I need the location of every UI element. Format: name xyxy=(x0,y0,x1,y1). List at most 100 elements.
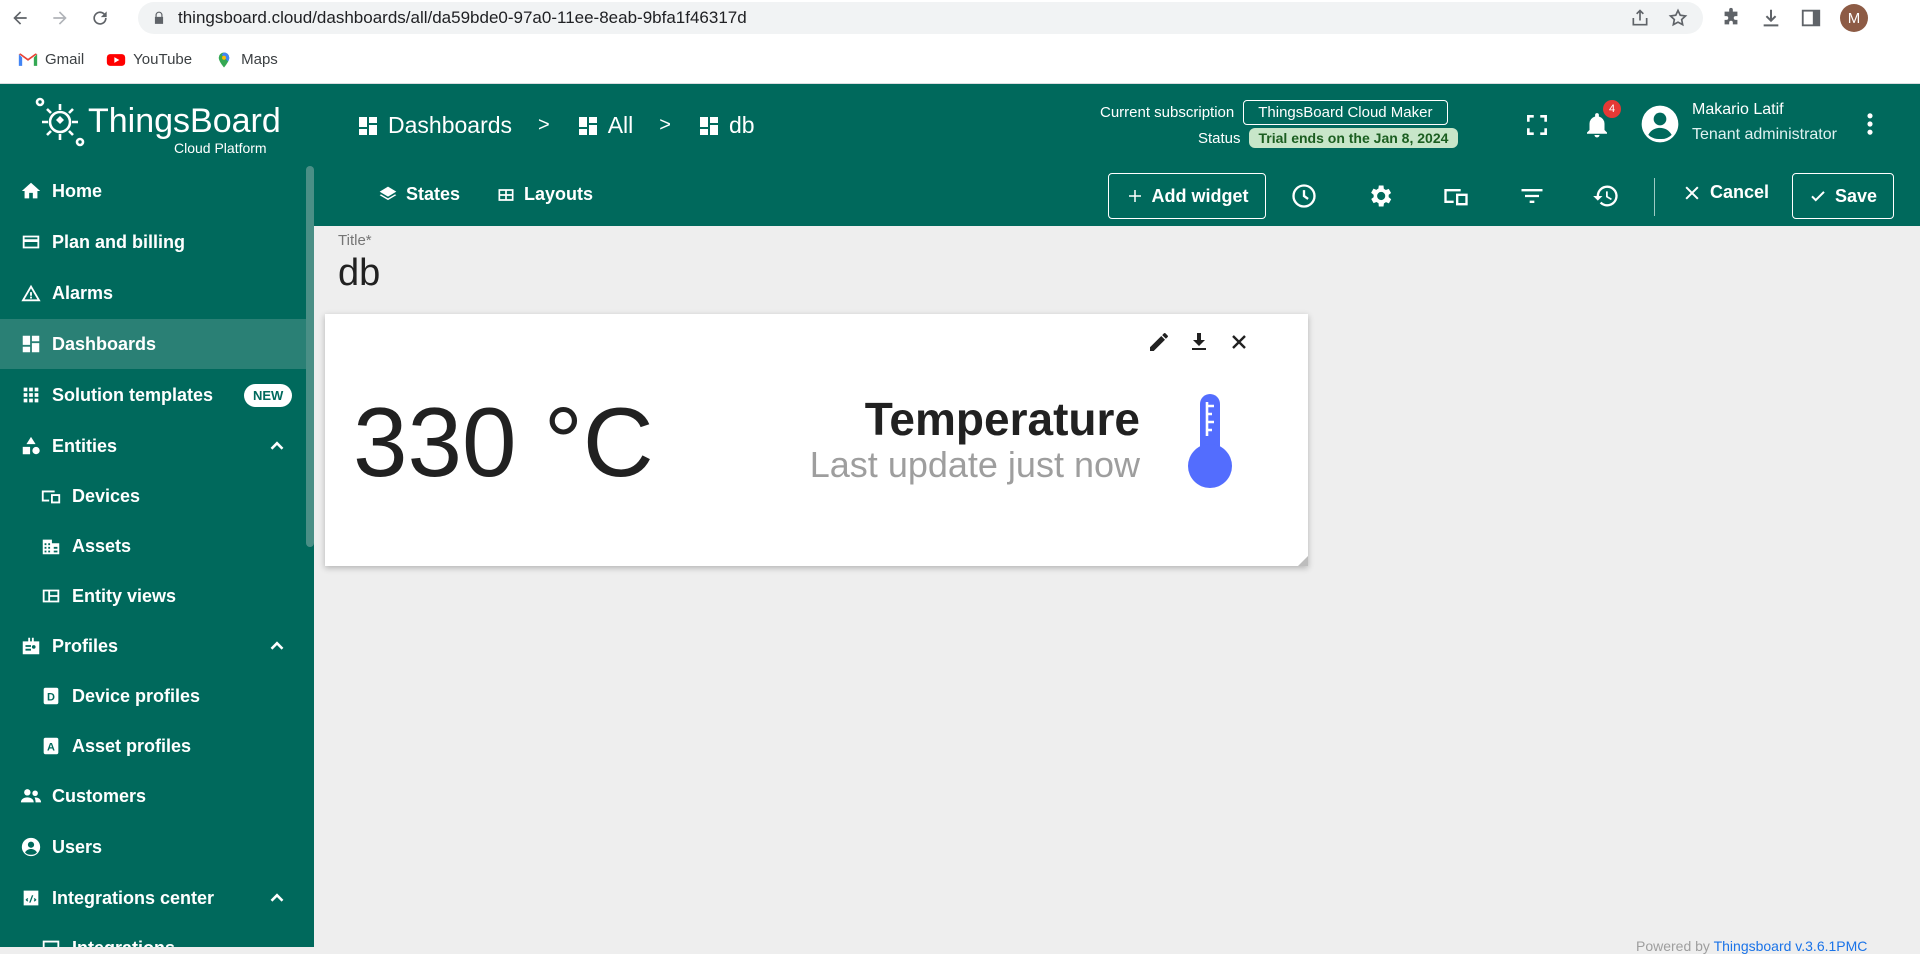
devices-icon xyxy=(41,490,61,504)
sidebar-item-label: Assets xyxy=(72,535,132,556)
sidebar-item-label: Entities xyxy=(52,435,118,456)
user-name[interactable]: Makario Latif xyxy=(1692,101,1784,119)
profile-avatar[interactable]: M xyxy=(1840,4,1868,32)
sidebar-item-label: Asset profiles xyxy=(72,735,192,756)
download-icon[interactable] xyxy=(1760,7,1782,29)
bookmark-gmail[interactable]: Gmail xyxy=(18,51,84,69)
arrow-left-icon xyxy=(13,11,27,25)
resize-handle-icon[interactable] xyxy=(1298,556,1308,566)
dashboard-toolbar: States Layouts Add widget Cancel Save xyxy=(314,166,1920,226)
bookmarks-bar: Gmail YouTube Maps xyxy=(0,36,1920,84)
profiles-badge-icon xyxy=(22,637,40,655)
settings-gear-icon[interactable] xyxy=(1366,182,1394,210)
chevron-up-icon[interactable] xyxy=(266,635,288,657)
layouts-button[interactable]: Layouts xyxy=(496,184,593,205)
sidebar-item-device-profiles[interactable]: D Device profiles xyxy=(0,671,306,721)
dashboards-icon xyxy=(22,335,40,353)
sidebar-item-label: Entity views xyxy=(72,585,177,606)
thingsboard-logo-icon xyxy=(35,97,85,147)
bookmark-label: Maps xyxy=(241,51,278,68)
integrations-icon xyxy=(23,890,39,906)
temperature-widget[interactable]: 330 °C Temperature Last update just now xyxy=(325,314,1308,566)
states-button[interactable]: States xyxy=(378,184,460,205)
layouts-label: Layouts xyxy=(524,184,594,204)
toolbar-divider xyxy=(1654,178,1655,216)
history-icon[interactable] xyxy=(1592,182,1620,210)
status-badge: Trial ends on the Jan 8, 2024 xyxy=(1248,128,1459,148)
address-bar[interactable]: thingsboard.cloud/dashboards/all/da59bde… xyxy=(138,2,1703,34)
reload-icon xyxy=(93,11,107,25)
sidebar-item-alarms[interactable]: Alarms xyxy=(0,268,306,318)
thingsboard-logo[interactable]: ThingsBoard Cloud Platform xyxy=(34,96,281,156)
sidebar-item-users[interactable]: Users xyxy=(0,822,306,872)
more-vert-icon[interactable] xyxy=(1856,110,1884,138)
sidebar-item-solution-templates[interactable]: Solution templates NEW xyxy=(0,370,306,420)
svg-text:A: A xyxy=(47,742,55,754)
check-icon xyxy=(1811,191,1825,202)
widget-label: Temperature xyxy=(864,393,1140,445)
download-icon[interactable] xyxy=(1187,330,1211,354)
sidebar-item-label: Devices xyxy=(72,485,141,506)
title-input[interactable]: db xyxy=(338,252,380,295)
filter-icon[interactable] xyxy=(1518,182,1546,210)
bookmark-label: Gmail xyxy=(45,51,85,68)
status-label: Status xyxy=(1198,129,1241,147)
cancel-label: Cancel xyxy=(1710,182,1770,202)
last-update-text: Last update just now xyxy=(809,444,1140,485)
dashboards-icon xyxy=(578,116,597,135)
back-button[interactable] xyxy=(0,0,40,36)
breadcrumb-label: db xyxy=(728,112,755,138)
powered-by-link[interactable]: Thingsboard v.3.6.1PMC xyxy=(1714,938,1868,954)
sidebar-item-integrations[interactable]: Integrations xyxy=(0,923,306,947)
side-panel-icon[interactable] xyxy=(1800,7,1822,29)
sidebar-item-home[interactable]: Home xyxy=(0,166,306,216)
brand-subtitle: Cloud Platform xyxy=(174,140,267,156)
chevron-up-icon[interactable] xyxy=(266,887,288,909)
save-button[interactable]: Save xyxy=(1792,173,1894,219)
share-icon[interactable] xyxy=(1630,8,1650,28)
extensions-icon[interactable] xyxy=(1720,7,1742,29)
close-icon[interactable] xyxy=(1227,330,1251,354)
clock-icon[interactable] xyxy=(1290,182,1318,210)
chevron-up-icon[interactable] xyxy=(266,435,288,457)
sidebar-item-dashboards[interactable]: Dashboards xyxy=(0,319,306,369)
breadcrumb-all[interactable]: All xyxy=(576,112,633,139)
star-icon[interactable] xyxy=(1668,8,1688,28)
sidebar-item-label: Plan and billing xyxy=(52,231,186,252)
cancel-button[interactable]: Cancel xyxy=(1682,182,1769,203)
powered-by-label: Powered by xyxy=(1636,938,1710,954)
save-label: Save xyxy=(1834,185,1878,206)
add-widget-button[interactable]: Add widget xyxy=(1108,173,1266,219)
sidebar-item-customers[interactable]: Customers xyxy=(0,771,306,821)
sidebar-item-profiles[interactable]: Profiles xyxy=(0,621,306,671)
user-circle-icon xyxy=(21,837,41,857)
sidebar-item-entity-views[interactable]: Entity views xyxy=(0,571,306,621)
sidebar-item-assets[interactable]: Assets xyxy=(0,521,306,571)
sidebar-item-entities[interactable]: Entities xyxy=(0,421,306,471)
edit-pencil-icon[interactable] xyxy=(1147,330,1171,354)
sidebar-item-asset-profiles[interactable]: A Asset profiles xyxy=(0,721,306,771)
sidebar-item-devices[interactable]: Devices xyxy=(0,471,306,521)
user-avatar-icon[interactable] xyxy=(1640,104,1680,144)
app-header: ThingsBoard Cloud Platform Dashboards > … xyxy=(0,84,1920,166)
layers-icon xyxy=(379,186,397,200)
notification-count-badge: 4 xyxy=(1603,100,1621,118)
grid-icon xyxy=(23,387,39,403)
sidebar-item-label: Profiles xyxy=(52,635,119,656)
reload-button[interactable] xyxy=(80,0,120,36)
fullscreen-icon[interactable] xyxy=(1524,112,1550,138)
breadcrumb-separator: > xyxy=(538,114,550,136)
sidebar-item-plan-and-billing[interactable]: Plan and billing xyxy=(0,217,306,267)
breadcrumb-dashboards[interactable]: Dashboards xyxy=(356,112,512,139)
sidebar-item-integrations-center[interactable]: Integrations center xyxy=(0,873,306,923)
sidebar-item-label: Home xyxy=(52,180,103,201)
forward-button[interactable] xyxy=(40,0,80,36)
subscription-plan-chip[interactable]: ThingsBoard Cloud Maker xyxy=(1243,100,1448,125)
sidebar-scrollbar[interactable] xyxy=(306,166,314,547)
devices-icon[interactable] xyxy=(1442,182,1470,210)
lock-icon xyxy=(154,11,164,24)
integrations-sub-icon xyxy=(42,940,60,947)
bookmark-youtube[interactable]: YouTube xyxy=(106,51,192,69)
plus-icon xyxy=(1128,190,1141,202)
bookmark-maps[interactable]: Maps xyxy=(214,51,278,69)
